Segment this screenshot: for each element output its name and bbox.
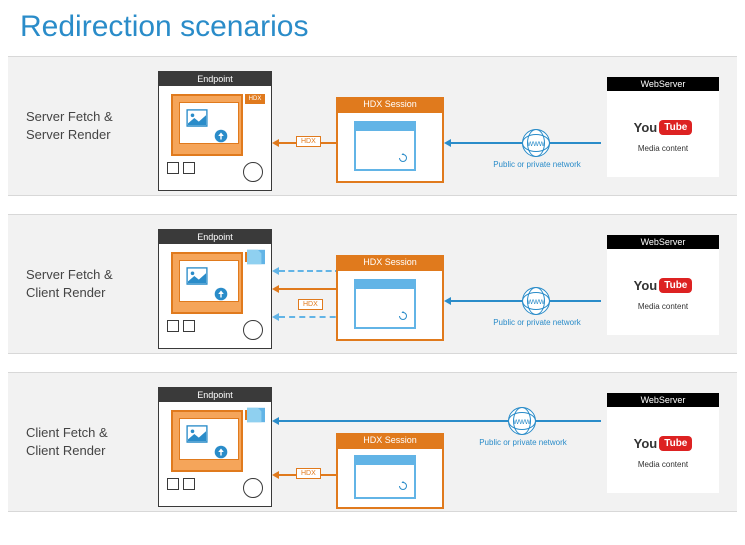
youtube-logo: You Tube bbox=[633, 431, 693, 457]
refresh-icon bbox=[398, 153, 408, 163]
dot-icon bbox=[167, 320, 179, 332]
media-content-label: Media content bbox=[638, 303, 688, 312]
circle-icon bbox=[243, 162, 263, 182]
hdx-monitor-icon bbox=[354, 279, 416, 329]
endpoint-monitor bbox=[171, 410, 243, 472]
hdx-tag: HDX bbox=[296, 468, 321, 479]
hdx-session-box: HDX Session bbox=[336, 255, 444, 345]
upload-icon bbox=[214, 129, 228, 143]
endpoint-box: Endpoint HDX bbox=[158, 71, 272, 191]
media-content-label: Media content bbox=[638, 145, 688, 154]
webserver-box: WebServer You Tube Media content bbox=[607, 393, 719, 493]
dot-icon bbox=[183, 320, 195, 332]
network-label: Public or private network bbox=[478, 439, 568, 448]
file-icon bbox=[245, 406, 267, 424]
endpoint-header: Endpoint bbox=[159, 388, 271, 402]
globe-icon: www bbox=[522, 287, 550, 315]
arrow-left-icon bbox=[272, 471, 279, 479]
connector-dashed bbox=[279, 270, 341, 272]
scenario-stage: Endpoint HDX HDX HDX Session bbox=[138, 63, 737, 189]
circle-icon bbox=[243, 320, 263, 340]
upload-icon bbox=[214, 287, 228, 301]
scenario-stage: Endpoint HDX HDX www Public or private n… bbox=[138, 379, 737, 505]
endpoint-box: Endpoint HDX bbox=[158, 387, 272, 507]
arrow-left-icon bbox=[272, 139, 279, 147]
hdx-session-box: HDX Session bbox=[336, 97, 444, 187]
hdx-monitor-icon bbox=[354, 121, 416, 171]
webserver-box: WebServer You Tube Media content bbox=[607, 235, 719, 335]
hdx-session-box: HDX Session bbox=[336, 433, 444, 523]
scenario-stage: Endpoint HDX HDX HDX Session bbox=[138, 221, 737, 347]
scenario-row-client-fetch-client-render: Client Fetch & Client Render Endpoint HD… bbox=[8, 372, 737, 512]
hdx-header: HDX Session bbox=[336, 433, 444, 447]
hdx-monitor-icon bbox=[354, 455, 416, 499]
hdx-header: HDX Session bbox=[336, 255, 444, 269]
scenario-label: Server Fetch & Client Render bbox=[8, 266, 138, 302]
webserver-header: WebServer bbox=[607, 393, 719, 407]
hdx-tag: HDX bbox=[296, 136, 321, 147]
media-image-icon bbox=[186, 425, 208, 443]
scenario-row-server-fetch-server-render: Server Fetch & Server Render Endpoint HD… bbox=[8, 56, 737, 196]
arrow-left-icon bbox=[272, 267, 279, 275]
arrow-left-icon bbox=[444, 297, 451, 305]
circle-icon bbox=[243, 478, 263, 498]
webserver-box: WebServer You Tube Media content bbox=[607, 77, 719, 177]
media-image-icon bbox=[186, 267, 208, 285]
arrow-left-icon bbox=[272, 313, 279, 321]
youtube-logo: You Tube bbox=[633, 273, 693, 299]
scenario-label: Server Fetch & Server Render bbox=[8, 108, 138, 144]
endpoint-box: Endpoint HDX bbox=[158, 229, 272, 349]
arrow-left-icon bbox=[272, 285, 279, 293]
network-label: Public or private network bbox=[492, 319, 582, 328]
dot-icon bbox=[183, 162, 195, 174]
scenario-label: Client Fetch & Client Render bbox=[8, 424, 138, 460]
hdx-badge: HDX bbox=[245, 94, 265, 104]
webserver-header: WebServer bbox=[607, 77, 719, 91]
hdx-tag: HDX bbox=[298, 299, 323, 310]
refresh-icon bbox=[398, 311, 408, 321]
page-title: Redirection scenarios bbox=[0, 0, 745, 56]
endpoint-header: Endpoint bbox=[159, 72, 271, 86]
globe-icon: www bbox=[508, 407, 536, 435]
dot-icon bbox=[167, 162, 179, 174]
upload-icon bbox=[214, 445, 228, 459]
refresh-icon bbox=[398, 481, 408, 491]
media-content-label: Media content bbox=[638, 461, 688, 470]
connector-hdx bbox=[279, 288, 336, 290]
network-label: Public or private network bbox=[492, 161, 582, 170]
endpoint-monitor bbox=[171, 94, 243, 156]
connector-network bbox=[279, 420, 601, 422]
globe-icon: www bbox=[522, 129, 550, 157]
dot-icon bbox=[183, 478, 195, 490]
endpoint-monitor bbox=[171, 252, 243, 314]
media-image-icon bbox=[186, 109, 208, 127]
arrow-left-icon bbox=[272, 417, 279, 425]
dot-icon bbox=[167, 478, 179, 490]
file-icon bbox=[245, 248, 267, 266]
youtube-logo: You Tube bbox=[633, 115, 693, 141]
hdx-header: HDX Session bbox=[336, 97, 444, 111]
webserver-header: WebServer bbox=[607, 235, 719, 249]
endpoint-header: Endpoint bbox=[159, 230, 271, 244]
arrow-left-icon bbox=[444, 139, 451, 147]
scenario-row-server-fetch-client-render: Server Fetch & Client Render Endpoint HD… bbox=[8, 214, 737, 354]
